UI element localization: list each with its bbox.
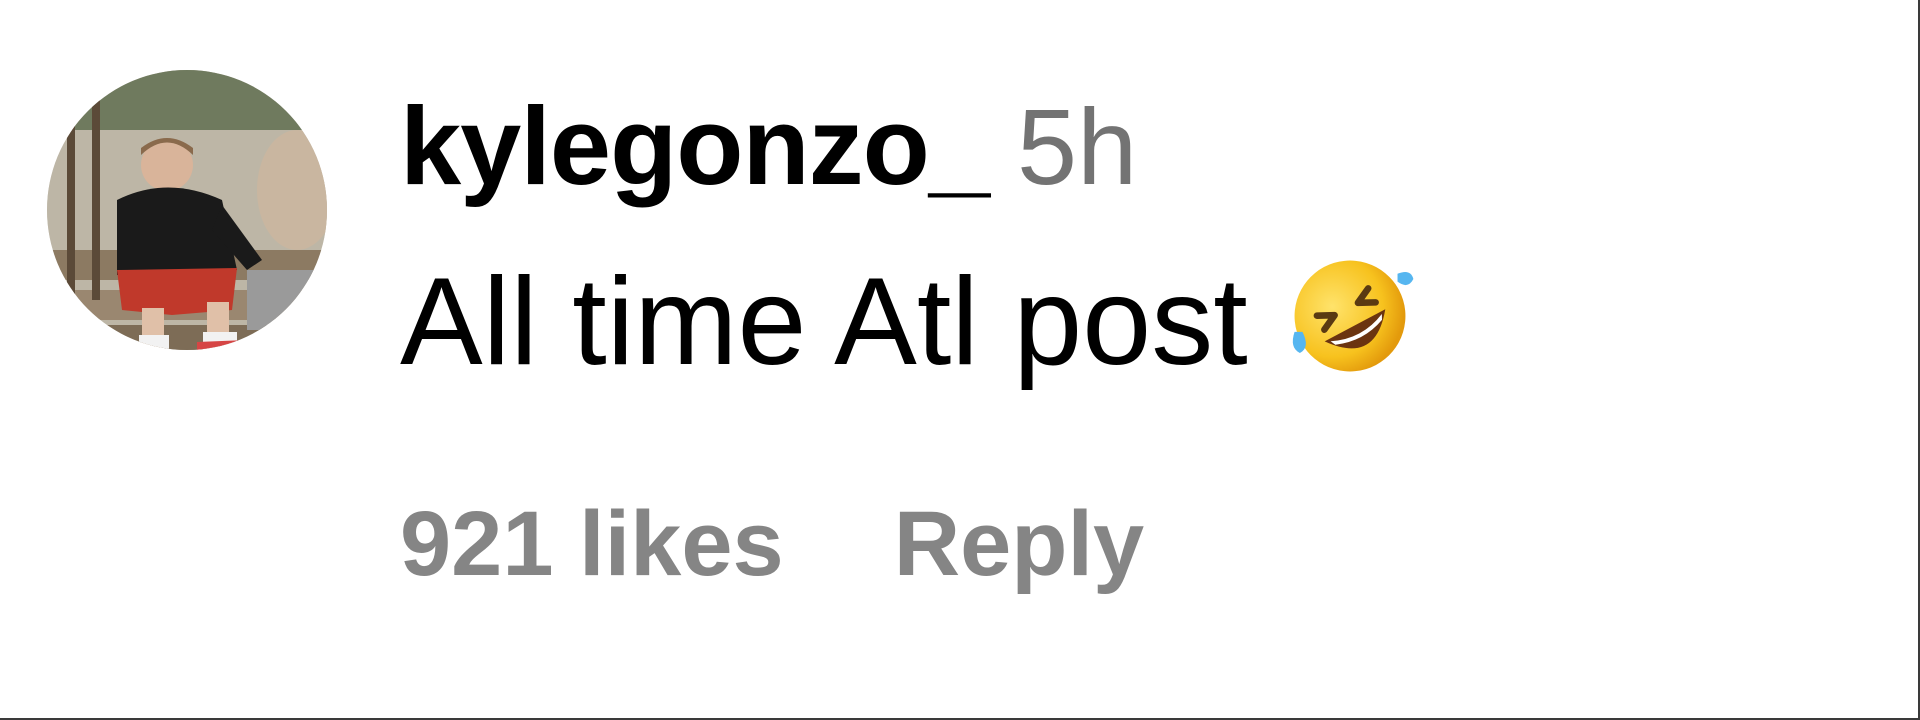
comment-frame: kylegonzo_ 5h All time Atl post 921 like… — [0, 0, 1920, 720]
rolling-on-the-floor-laughing-icon — [1292, 260, 1414, 372]
reply-button[interactable]: Reply — [894, 493, 1145, 595]
timestamp: 5h — [1017, 86, 1138, 207]
username-link[interactable]: kylegonzo_ — [400, 85, 990, 208]
avatar-photo — [47, 70, 327, 350]
comment-body: All time Atl post — [400, 253, 1248, 391]
comment-header: kylegonzo_ 5h — [400, 92, 1137, 202]
avatar[interactable] — [47, 70, 327, 350]
likes-count[interactable]: 921 likes — [400, 493, 784, 595]
comment-actions: 921 likes Reply — [400, 498, 1144, 590]
comment-text: All time Atl post — [400, 250, 1416, 384]
